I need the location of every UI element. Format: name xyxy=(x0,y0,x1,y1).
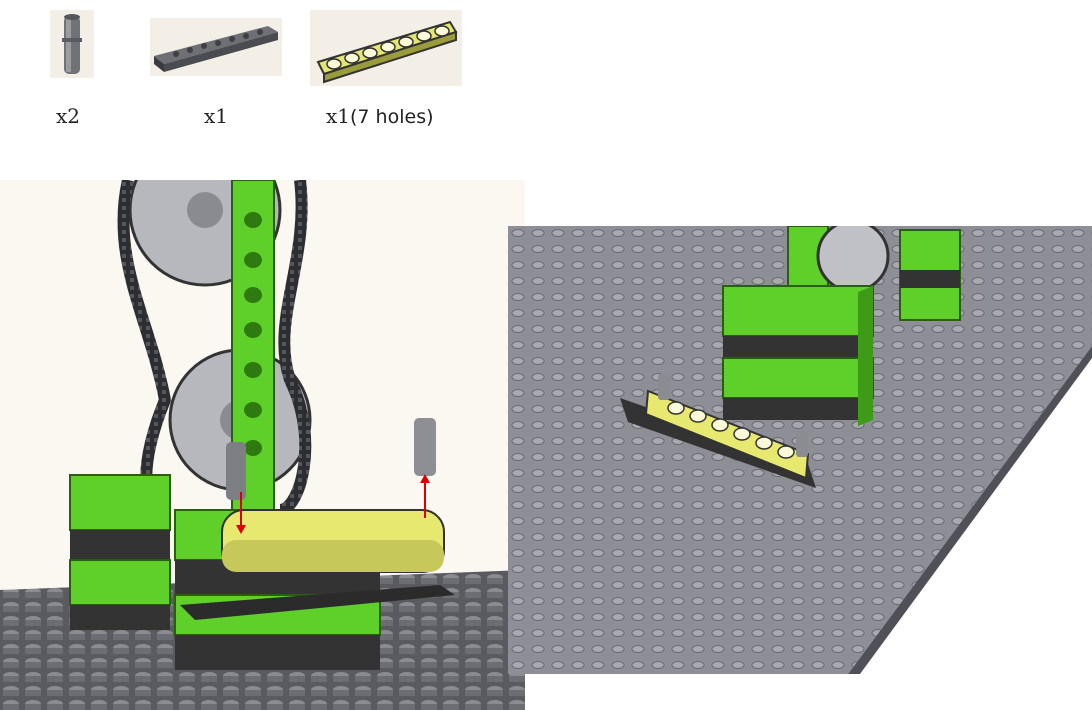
pin-quantity-label: x2 xyxy=(56,104,81,128)
assembly-overview-render xyxy=(508,226,1092,674)
pin-part-thumbnail xyxy=(50,10,94,78)
beam-part-thumbnail xyxy=(310,10,462,86)
beam-holes-note: (7 holes) xyxy=(350,106,434,128)
beam-quantity-label: x1(7 holes) xyxy=(326,104,434,128)
plate-quantity-label: x1 xyxy=(204,104,229,128)
plate-part-thumbnail xyxy=(150,18,282,76)
assembly-closeup-render xyxy=(0,180,525,710)
